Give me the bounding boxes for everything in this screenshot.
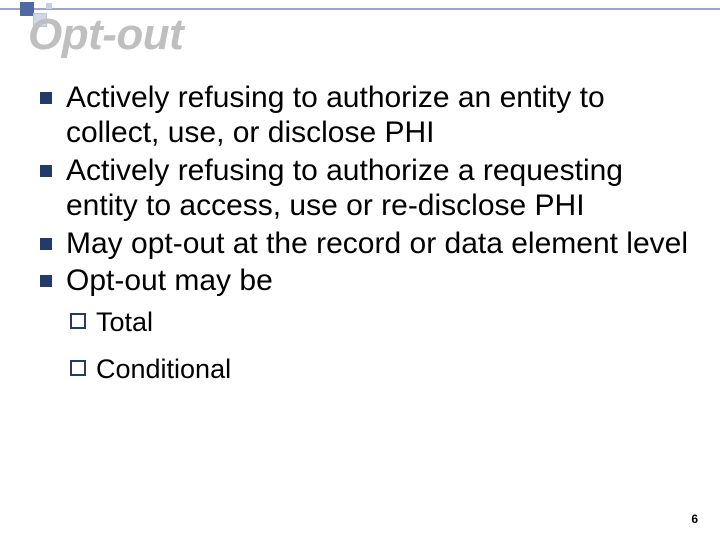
- slide-body: Actively refusing to authorize an entity…: [30, 80, 690, 397]
- sub-bullet-list: Total Conditional: [64, 304, 690, 387]
- list-item: May opt-out at the record or data elemen…: [30, 226, 690, 261]
- header-square-small: [46, 3, 52, 9]
- list-item: Actively refusing to authorize an entity…: [30, 80, 690, 151]
- slide-title: Opt-out: [28, 10, 183, 60]
- list-item: Actively refusing to authorize a request…: [30, 153, 690, 224]
- list-item: Total: [64, 304, 690, 340]
- list-item: Conditional: [64, 351, 690, 387]
- list-item: Opt-out may be: [30, 263, 690, 298]
- bullet-list: Actively refusing to authorize an entity…: [30, 80, 690, 298]
- page-number: 6: [691, 512, 698, 526]
